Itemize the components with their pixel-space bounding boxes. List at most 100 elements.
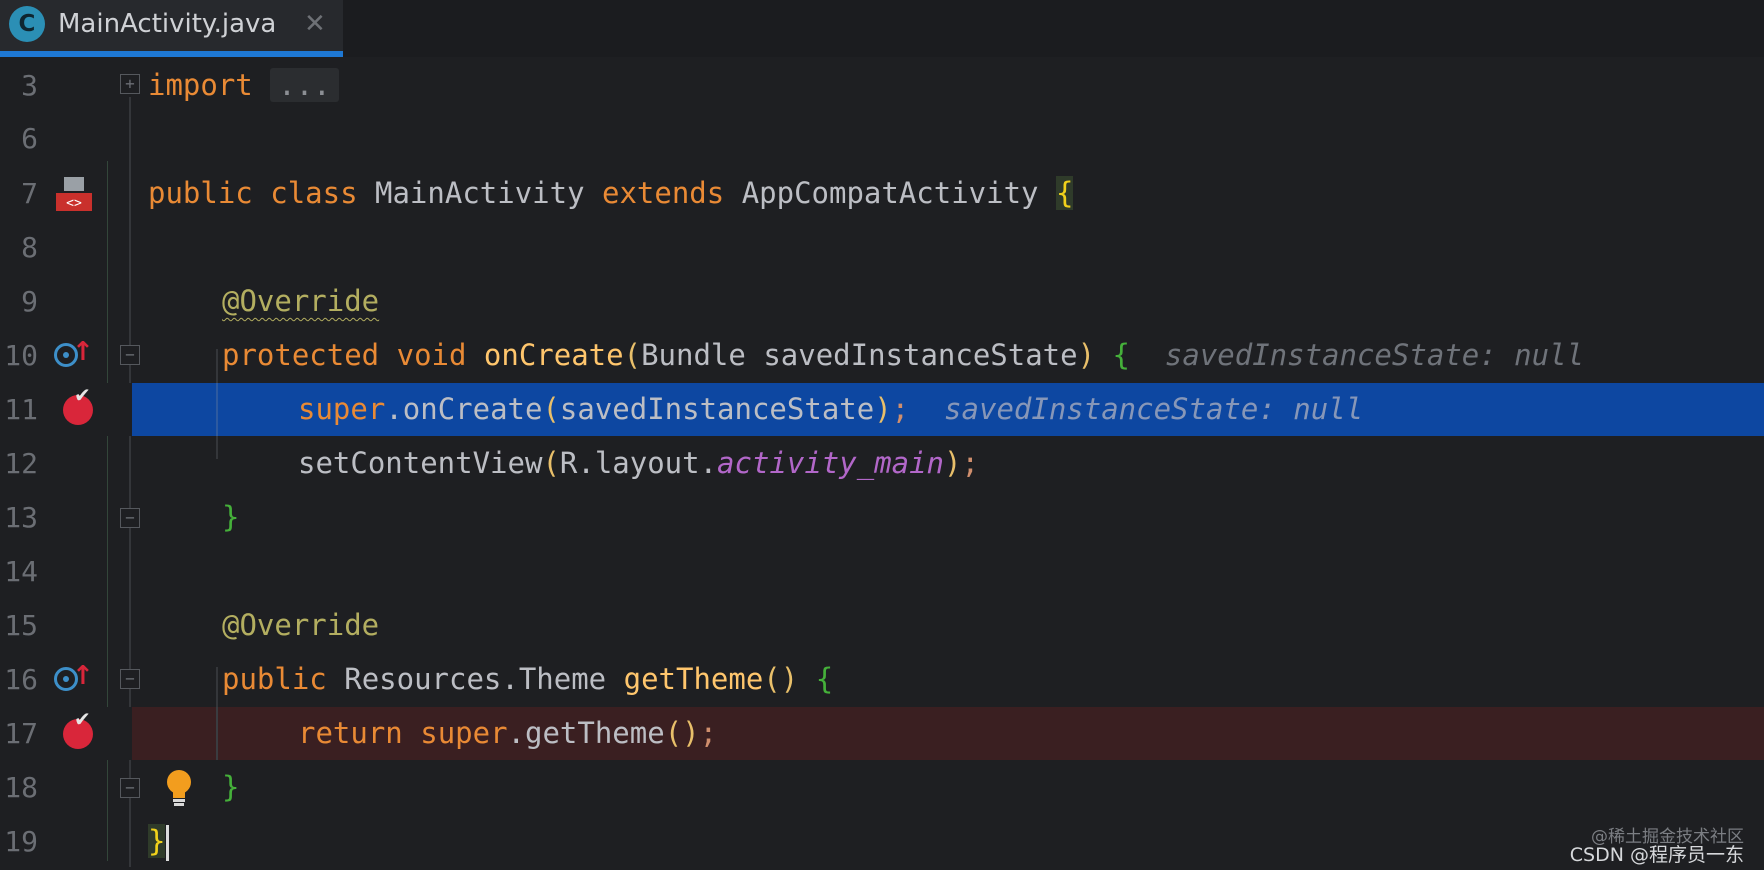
code-text: public Resources.Theme getTheme() {	[222, 653, 833, 706]
fold-end-icon[interactable]: −	[120, 508, 140, 528]
code-editor[interactable]: 3 + import ... 6 7 <> public class MainA…	[0, 57, 1764, 870]
override-arrow-icon: ↑	[72, 661, 94, 691]
text-caret	[166, 825, 170, 861]
line-number: 12	[4, 447, 38, 480]
argument: savedInstanceState	[559, 392, 875, 426]
class-name: MainActivity	[375, 176, 585, 210]
code-line-16[interactable]: 16 ↑ − public Resources.Theme getTheme()…	[0, 653, 1764, 706]
lightbulb-icon[interactable]	[165, 768, 193, 808]
tab-filename: MainActivity.java	[58, 9, 277, 39]
line-number: 16	[4, 663, 38, 696]
paren: )	[874, 392, 892, 426]
code-text: super.onCreate(savedInstanceState); save…	[298, 383, 1363, 436]
brace: }	[148, 824, 166, 858]
code-text: setContentView(R.layout.activity_main);	[298, 437, 979, 490]
brace: }	[222, 770, 240, 804]
indent-guide	[216, 707, 218, 760]
close-icon[interactable]: ✕	[304, 4, 326, 44]
annotation: @Override	[222, 608, 380, 642]
brace: {	[1055, 176, 1074, 210]
keyword: extends	[602, 176, 725, 210]
semicolon: ;	[699, 716, 718, 750]
code-text: import ...	[148, 59, 339, 112]
line-number: 15	[4, 609, 38, 642]
override-arrow-icon: ↑	[72, 337, 94, 367]
type-name: Bundle	[641, 338, 746, 372]
fold-collapse-icon[interactable]: −	[120, 345, 140, 365]
method-name: onCreate	[483, 338, 624, 372]
code-line-6[interactable]: 6	[0, 112, 1764, 165]
code-line-3[interactable]: 3 + import ...	[0, 59, 1764, 112]
watermark-csdn: CSDN @程序员一东	[1569, 844, 1744, 866]
breakpoint-icon[interactable]	[63, 383, 93, 425]
xml-layout-icon[interactable]: <>	[54, 175, 94, 213]
java-class-icon: C	[9, 6, 45, 42]
code-line-18[interactable]: 18 − }	[0, 761, 1764, 814]
svg-text:<>: <>	[66, 196, 82, 211]
keyword: public	[222, 662, 327, 696]
code-text: public class MainActivity extends AppCom…	[148, 167, 1074, 220]
keyword: void	[396, 338, 467, 372]
inline-debug-value: savedInstanceState: null	[944, 392, 1364, 426]
code-line-15[interactable]: 15 @Override	[0, 599, 1764, 652]
folded-imports[interactable]: ...	[270, 68, 339, 102]
indent-guide	[216, 383, 218, 436]
code-line-8[interactable]: 8	[0, 221, 1764, 274]
method-name: getTheme	[623, 662, 764, 696]
resource-ref: R.layout.	[559, 446, 718, 480]
code-text: protected void onCreate(Bundle savedInst…	[222, 329, 1584, 382]
line-number: 6	[21, 122, 38, 155]
keyword: class	[270, 176, 358, 210]
static-field: activity_main	[717, 446, 945, 480]
fold-expand-icon[interactable]: +	[120, 74, 140, 94]
keyword: return	[298, 716, 403, 750]
line-number: 3	[21, 69, 38, 102]
brace: {	[1112, 338, 1130, 372]
paren: ()	[763, 662, 799, 696]
code-text: @Override	[222, 275, 379, 328]
paren: (	[542, 392, 560, 426]
line-number: 19	[4, 825, 38, 858]
inline-debug-value: savedInstanceState: null	[1164, 338, 1584, 372]
code-text: return super.getTheme();	[298, 707, 717, 760]
code-text: }	[222, 761, 239, 814]
fold-end-icon[interactable]: −	[120, 778, 140, 798]
line-number: 14	[4, 555, 38, 588]
paren: (	[623, 338, 642, 372]
code-line-9[interactable]: 9 @Override	[0, 275, 1764, 328]
method-call: .getTheme	[507, 716, 665, 750]
brace: {	[815, 662, 834, 696]
method-call: .onCreate	[385, 392, 543, 426]
semicolon: ;	[961, 446, 979, 480]
tab-mainactivity-java[interactable]: C MainActivity.java ✕	[0, 0, 343, 57]
code-line-10[interactable]: 10 ↑ − protected void onCreate(Bundle sa…	[0, 329, 1764, 382]
method-call: setContentView	[298, 446, 543, 480]
keyword: public	[148, 176, 253, 210]
code-line-17-breakpoint[interactable]: 17 return super.getTheme();	[0, 707, 1764, 760]
brace: }	[222, 500, 240, 534]
code-line-19[interactable]: 19 }	[0, 815, 1764, 868]
paren: )	[944, 446, 962, 480]
code-line-7[interactable]: 7 <> public class MainActivity extends A…	[0, 167, 1764, 220]
code-line-13[interactable]: 13 − }	[0, 491, 1764, 544]
keyword: import	[148, 68, 253, 102]
breakpoint-icon[interactable]	[63, 707, 93, 749]
line-number: 18	[4, 771, 38, 804]
param-name: savedInstanceState	[763, 338, 1078, 372]
line-number: 9	[21, 285, 38, 318]
fold-collapse-icon[interactable]: −	[120, 669, 140, 689]
line-number: 7	[21, 177, 38, 210]
code-text: }	[222, 491, 239, 544]
keyword: super	[420, 716, 508, 750]
code-line-12[interactable]: 12 setContentView(R.layout.activity_main…	[0, 437, 1764, 490]
line-number: 10	[4, 339, 38, 372]
code-text: @Override	[222, 599, 379, 652]
code-line-14[interactable]: 14	[0, 545, 1764, 598]
paren: )	[1077, 338, 1096, 372]
paren: (	[542, 446, 560, 480]
keyword: super	[298, 392, 386, 426]
paren: ()	[664, 716, 700, 750]
line-number: 8	[21, 231, 38, 264]
annotation: @Override	[222, 284, 380, 318]
code-line-11-current[interactable]: 11 super.onCreate(savedInstanceState); s…	[0, 383, 1764, 436]
